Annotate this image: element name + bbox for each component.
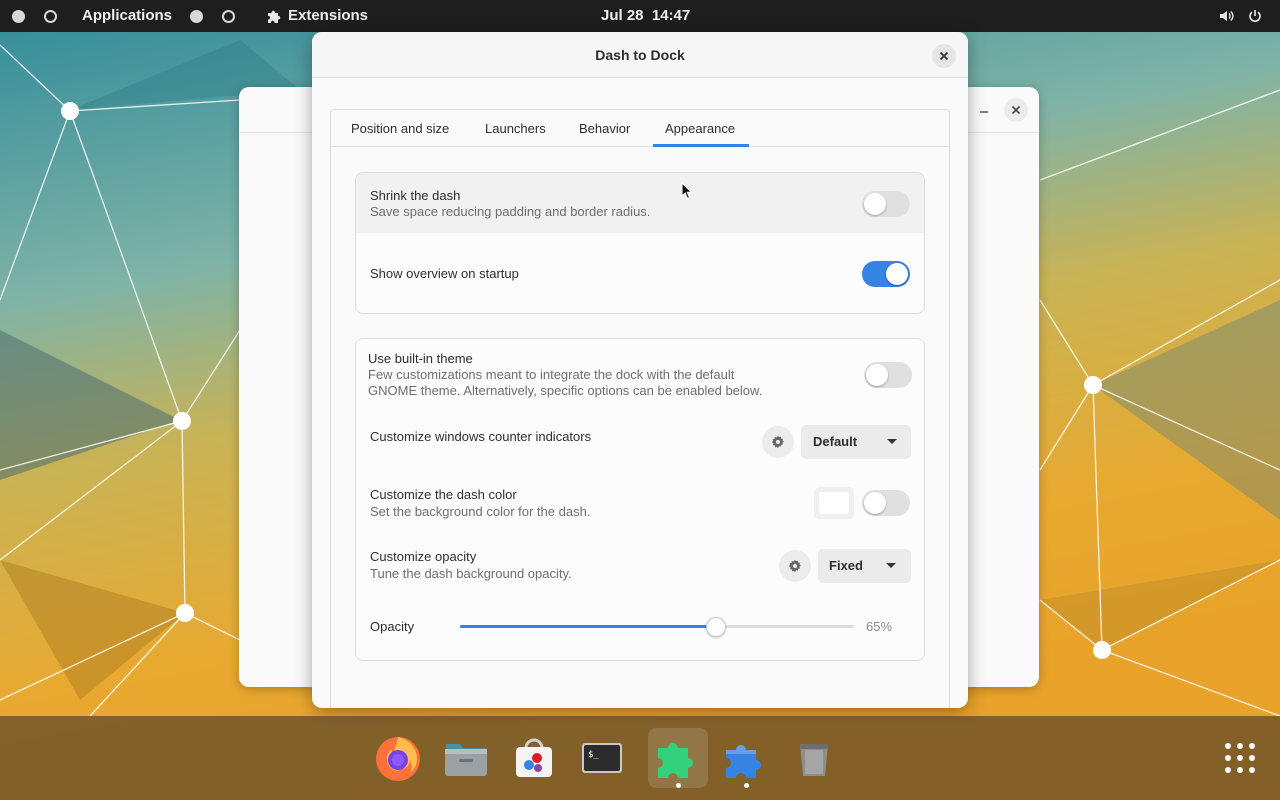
dash-color-button[interactable] [814,487,854,519]
switch-knob [866,364,888,386]
tab-position-and-size[interactable]: Position and size [351,121,449,136]
settings-notebook: Position and size Launchers Behavior App… [330,109,950,708]
builtin-theme-subtitle-2: GNOME theme. Alternatively, specific opt… [368,383,763,398]
workspace-indicator-2[interactable] [222,10,235,23]
dash-options-card: Shrink the dash Save space reducing padd… [355,172,925,314]
dash-color-subtitle: Set the background color for the dash. [370,504,591,519]
dock-item-terminal[interactable]: $_ [572,728,632,788]
dock: $_ [0,716,1280,800]
opacity-slider-handle[interactable] [706,617,727,637]
mouse-cursor-icon [681,182,693,200]
gear-icon [771,435,784,449]
shrink-dash-switch[interactable] [862,191,910,217]
puzzle-icon [268,10,281,23]
dialog-header: Dash to Dock [312,32,968,78]
dock-item-files[interactable] [436,728,496,788]
switch-knob [864,492,886,514]
show-overview-switch[interactable] [862,261,910,287]
dash-color-switch[interactable] [862,490,910,516]
power-icon[interactable] [1247,8,1263,24]
theme-options-card: Use built-in theme Few customizations me… [355,338,925,661]
switch-knob [864,193,886,215]
clock[interactable]: Jul 28 14:47 [601,7,690,24]
close-button[interactable] [1004,98,1028,122]
chevron-down-icon [886,563,896,568]
gear-icon [788,559,801,573]
windows-counter-value: Default [813,434,858,449]
tab-behavior[interactable]: Behavior [579,121,630,136]
opacity-mode-title: Customize opacity [370,549,477,564]
extensions-blue-icon [726,745,761,778]
close-icon [1011,105,1021,115]
windows-counter-settings-button[interactable] [762,426,794,458]
extensions-green-icon [658,743,693,778]
dock-item-trash[interactable] [784,728,844,788]
tab-launchers[interactable]: Launchers [485,121,546,136]
builtin-theme-subtitle-1: Few customizations meant to integrate th… [368,367,735,382]
tab-bar: Position and size Launchers Behavior App… [331,110,949,147]
running-indicator [676,783,681,788]
top-bar: Applications Extensions Jul 28 14:47 [0,0,1280,32]
svg-text:$_: $_ [588,750,599,760]
dash-color-title: Customize the dash color [370,487,517,502]
workspace-indicator-active[interactable] [12,10,25,23]
chevron-down-icon [887,439,897,444]
shrink-dash-title: Shrink the dash [370,188,461,203]
opacity-mode-subtitle: Tune the dash background opacity. [370,566,572,581]
extensions-app-menu[interactable]: Extensions [288,7,368,24]
builtin-theme-title: Use built-in theme [368,351,473,366]
volume-icon[interactable] [1218,8,1234,24]
opacity-mode-value: Fixed [829,558,863,573]
opacity-mode-dropdown[interactable]: Fixed [818,549,911,583]
shrink-dash-subtitle: Save space reducing padding and border r… [370,204,651,219]
workspace-indicator-active-2[interactable] [190,10,203,23]
workspace-indicator[interactable] [44,10,57,23]
trash-icon [800,744,828,776]
close-icon [939,51,949,61]
dock-item-extensions[interactable] [648,728,708,788]
applications-menu[interactable]: Applications [82,7,172,24]
switch-knob [886,263,908,285]
firefox-icon [376,737,420,781]
dock-item-software[interactable] [504,728,564,788]
running-indicator [744,783,749,788]
windows-counter-dropdown[interactable]: Default [801,425,911,459]
opacity-value: 65% [866,619,893,634]
active-tab-indicator [653,144,749,147]
color-swatch [819,492,849,514]
dock-item-firefox[interactable] [368,728,428,788]
files-icon [445,744,487,776]
opacity-settings-button[interactable] [779,550,811,582]
dialog-close-button[interactable] [932,44,956,68]
dialog-title: Dash to Dock [595,47,685,63]
minimize-button[interactable] [972,97,996,121]
shrink-dash-row[interactable] [356,173,924,233]
builtin-theme-switch[interactable] [864,362,912,388]
tab-appearance[interactable]: Appearance [665,121,735,136]
minimize-icon [980,111,988,113]
opacity-slider-fill [460,625,717,628]
dash-to-dock-dialog: Dash to Dock Position and size Launchers… [312,32,968,708]
windows-counter-title: Customize windows counter indicators [370,429,592,444]
opacity-label: Opacity [370,619,415,634]
show-overview-title: Show overview on startup [370,266,519,281]
app-grid-icon[interactable] [1224,742,1256,774]
terminal-icon: $_ [582,743,622,773]
software-icon [516,738,552,777]
dock-item-extension-manager[interactable] [716,728,776,788]
